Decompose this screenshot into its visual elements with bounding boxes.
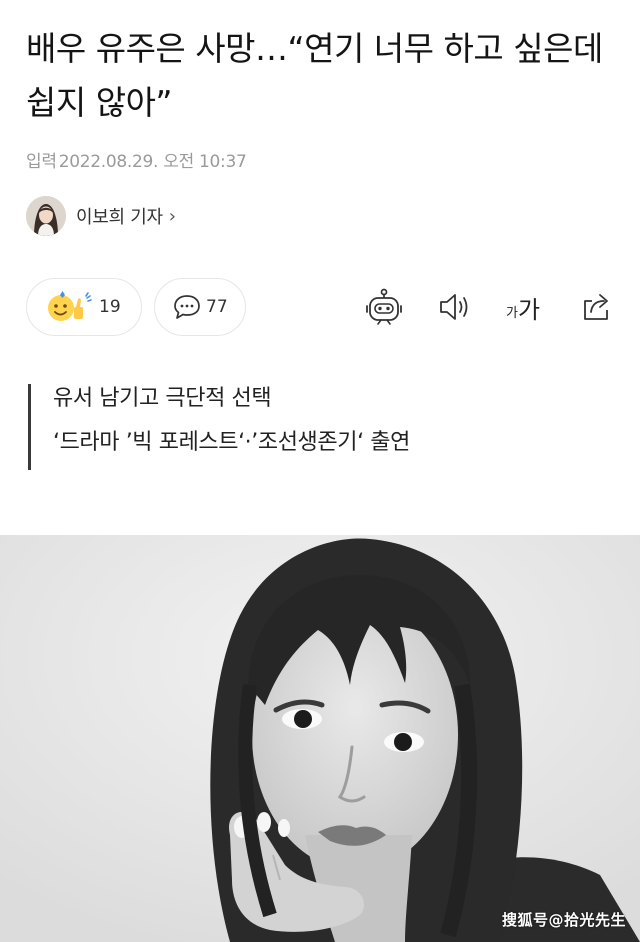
font-size-button[interactable]: 가가 — [500, 286, 546, 328]
share-button[interactable] — [576, 286, 616, 328]
text-to-speech-button[interactable] — [434, 286, 474, 328]
font-big-label: 가 — [517, 295, 541, 324]
share-icon — [584, 294, 608, 320]
reporter-name: 이보희 기자 — [76, 207, 163, 228]
font-small-label: 가 — [505, 305, 518, 321]
comment-button[interactable]: 77 — [154, 278, 246, 336]
article-photo: 搜狐号@拾光先生 — [0, 535, 640, 942]
speaker-icon — [440, 294, 468, 320]
speech-bubble-icon — [174, 295, 200, 319]
summary-bot-button[interactable] — [362, 286, 406, 328]
reaction-count: 19 — [99, 297, 121, 317]
publish-date: 입력 2022.08.29. 오전 10:37 — [26, 147, 247, 172]
watermark-text: 搜狐号@拾光先生 — [501, 911, 626, 929]
article-subheadings: 유서 남기고 극단적 선택 ‘드라마 ’빅 포레스트‘·’조선생존기‘ 출연 — [28, 384, 608, 470]
portrait-image — [0, 535, 640, 942]
chevron-right-icon: › — [168, 205, 176, 227]
date-prefix: 입력 — [26, 152, 57, 172]
article-headline: 배우 유주은 사망…“연기 너무 하고 싶은데 쉽지 않아” — [26, 29, 603, 122]
article-page: 배우 유주은 사망…“연기 너무 하고 싶은데 쉽지 않아” 입력 2022.08… — [0, 0, 640, 942]
date-value: 2022.08.29. 오전 10:37 — [58, 152, 247, 172]
reaction-button[interactable]: 19 — [26, 278, 142, 336]
subheading: ‘드라마 ’빅 포레스트‘·’조선생존기‘ 출연 — [53, 430, 410, 455]
robot-icon — [366, 288, 402, 325]
comment-count: 77 — [206, 297, 228, 317]
emoji-thumbsup-icon — [48, 291, 92, 321]
reporter-avatar — [26, 196, 66, 236]
subheading: 유서 남기고 극단적 선택 — [53, 386, 272, 411]
reporter-link[interactable]: 이보희 기자 › — [26, 196, 176, 236]
